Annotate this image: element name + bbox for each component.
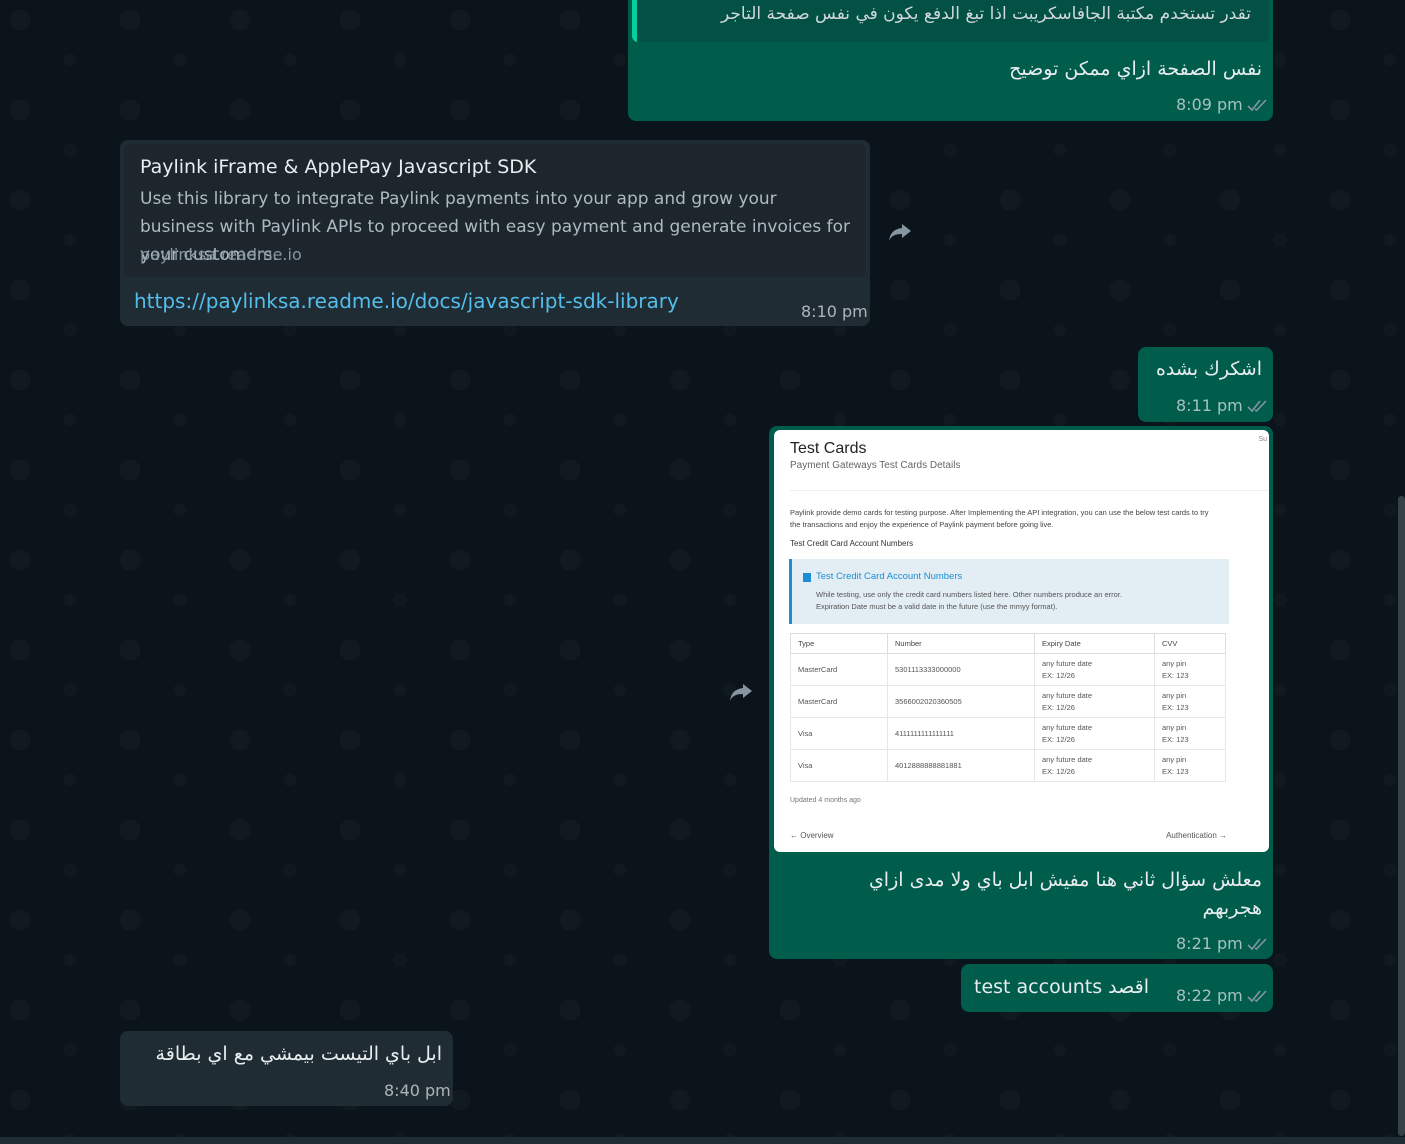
double-check-icon xyxy=(1247,989,1267,1002)
cvv-line: EX: 123 xyxy=(1162,766,1189,776)
message-text: معلش سؤال ثاني هنا مفيش ابل باي ولا مدى … xyxy=(802,866,1262,922)
link-preview-title: Paylink iFrame & ApplePay Javascript SDK xyxy=(140,156,537,178)
table-row: Visa 4012888888881881 any future date EX:… xyxy=(790,749,1226,782)
callout-line: While testing, use only the credit card … xyxy=(816,590,1122,599)
message-meta: 8:09 pm xyxy=(1176,95,1271,114)
card-cvv: any pin EX: 123 xyxy=(1154,685,1226,718)
card-type: MasterCard xyxy=(790,685,888,718)
card-type: Visa xyxy=(790,749,888,782)
card-expiry: any future date EX: 12/26 xyxy=(1034,749,1155,782)
test-cards-table: Type Number Expiry Date CVV MasterCard 5… xyxy=(790,633,1226,782)
link-preview-card[interactable]: Paylink iFrame & ApplePay Javascript SDK… xyxy=(124,144,866,277)
message-text: نفس الصفحة ازاي ممكن توضيح xyxy=(1009,58,1262,80)
message-text-line: معلش سؤال ثاني هنا مفيش ابل باي ولا مدى … xyxy=(868,869,1262,891)
double-check-icon xyxy=(1247,98,1267,111)
double-check-icon xyxy=(1247,937,1267,950)
image-page-title: Test Cards xyxy=(790,440,867,457)
link-preview-domain: paylinksa.readme.io xyxy=(140,245,302,264)
message-text-line: هجربهم xyxy=(1202,897,1262,919)
image-divider xyxy=(790,490,1269,491)
image-paragraph: Paylink provide demo cards for testing p… xyxy=(790,508,1209,529)
expiry-line: EX: 12/26 xyxy=(1042,702,1075,712)
chat-scrollbar[interactable] xyxy=(1398,496,1405,1136)
cvv-line: EX: 123 xyxy=(1162,670,1189,680)
message-meta: 8:10 pm xyxy=(801,302,868,321)
table-row: MasterCard 3566002020360505 any future d… xyxy=(790,685,1226,718)
card-expiry: any future date EX: 12/26 xyxy=(1034,717,1155,750)
cvv-line: EX: 123 xyxy=(1162,734,1189,744)
card-number: 4111111111111111 xyxy=(887,717,1035,750)
quoted-text: تقدر تستخدم مكتبة الجافاسكريبت اذا تبغ ا… xyxy=(721,4,1251,24)
callout-line: Expiration Date must be a valid date in … xyxy=(816,602,1058,611)
table-row: Visa 4111111111111111 any future date EX:… xyxy=(790,717,1226,750)
message-time: 8:09 pm xyxy=(1176,95,1243,114)
message-text: ابل باي التيست بيمشي مع اي بطاقة xyxy=(155,1043,442,1065)
message-text: اشكرك بشده xyxy=(1155,358,1262,380)
message-text: test accounts اقصد xyxy=(974,976,1149,998)
message-meta: 8:40 pm xyxy=(384,1081,451,1100)
expiry-line: EX: 12/26 xyxy=(1042,670,1075,680)
card-number: 4012888888881881 xyxy=(887,749,1035,782)
expiry-line: EX: 12/26 xyxy=(1042,766,1075,776)
image-corner-text: Su xyxy=(1258,436,1267,443)
composer-edge xyxy=(0,1137,1405,1144)
card-number: 5301113333000000 xyxy=(887,653,1035,686)
message-meta: 8:11 pm xyxy=(1176,396,1271,415)
message-time: 8:21 pm xyxy=(1176,934,1243,953)
card-cvv: any pin EX: 123 xyxy=(1154,717,1226,750)
card-type: MasterCard xyxy=(790,653,888,686)
card-expiry: any future date EX: 12/26 xyxy=(1034,685,1155,718)
forward-icon[interactable] xyxy=(886,220,914,244)
image-updated-text: Updated 4 months ago xyxy=(790,797,861,804)
image-callout: Test Credit Card Account Numbers While t… xyxy=(789,559,1229,624)
table-header: Number xyxy=(887,633,1035,654)
card-type: Visa xyxy=(790,717,888,750)
table-header: Expiry Date xyxy=(1034,633,1155,654)
expiry-line: EX: 12/26 xyxy=(1042,734,1075,744)
table-row: MasterCard 5301113333000000 any future d… xyxy=(790,653,1226,686)
message-time: 8:10 pm xyxy=(801,302,868,321)
expiry-line: any future date xyxy=(1042,754,1093,764)
double-check-icon xyxy=(1247,399,1267,412)
message-time: 8:22 pm xyxy=(1176,986,1243,1005)
message-link[interactable]: https://paylinksa.readme.io/docs/javascr… xyxy=(134,289,679,313)
quoted-message[interactable]: تقدر تستخدم مكتبة الجافاسكريبت اذا تبغ ا… xyxy=(632,0,1269,42)
cvv-line: EX: 123 xyxy=(1162,702,1189,712)
image-nav-prev: ← Overview xyxy=(790,831,834,840)
expiry-line: any future date xyxy=(1042,722,1093,732)
forward-icon[interactable] xyxy=(727,680,755,704)
card-expiry: any future date EX: 12/26 xyxy=(1034,653,1155,686)
expiry-line: any future date xyxy=(1042,690,1093,700)
message-time: 8:40 pm xyxy=(384,1081,451,1100)
cvv-line: any pin xyxy=(1162,658,1187,668)
message-time: 8:11 pm xyxy=(1176,396,1243,415)
message-meta: 8:21 pm xyxy=(1176,934,1271,953)
callout-title: Test Credit Card Account Numbers xyxy=(816,571,963,582)
table-header: CVV xyxy=(1154,633,1226,654)
cvv-line: any pin xyxy=(1162,754,1187,764)
image-attachment[interactable]: Test Cards Payment Gateways Test Cards D… xyxy=(774,430,1269,852)
message-meta: 8:22 pm xyxy=(1176,986,1271,1005)
expiry-line: any future date xyxy=(1042,658,1093,668)
card-number: 3566002020360505 xyxy=(887,685,1035,718)
table-header: Type xyxy=(790,633,888,654)
card-cvv: any pin EX: 123 xyxy=(1154,749,1226,782)
quote-accent-bar xyxy=(632,0,637,42)
image-page-subtitle: Payment Gateways Test Cards Details xyxy=(790,460,961,471)
image-nav-next: Authentication → xyxy=(1166,831,1227,840)
card-cvv: any pin EX: 123 xyxy=(1154,653,1226,686)
cvv-line: any pin xyxy=(1162,722,1187,732)
cvv-line: any pin xyxy=(1162,690,1187,700)
image-section-heading: Test Credit Card Account Numbers xyxy=(790,539,914,548)
bookmark-icon xyxy=(803,573,811,582)
